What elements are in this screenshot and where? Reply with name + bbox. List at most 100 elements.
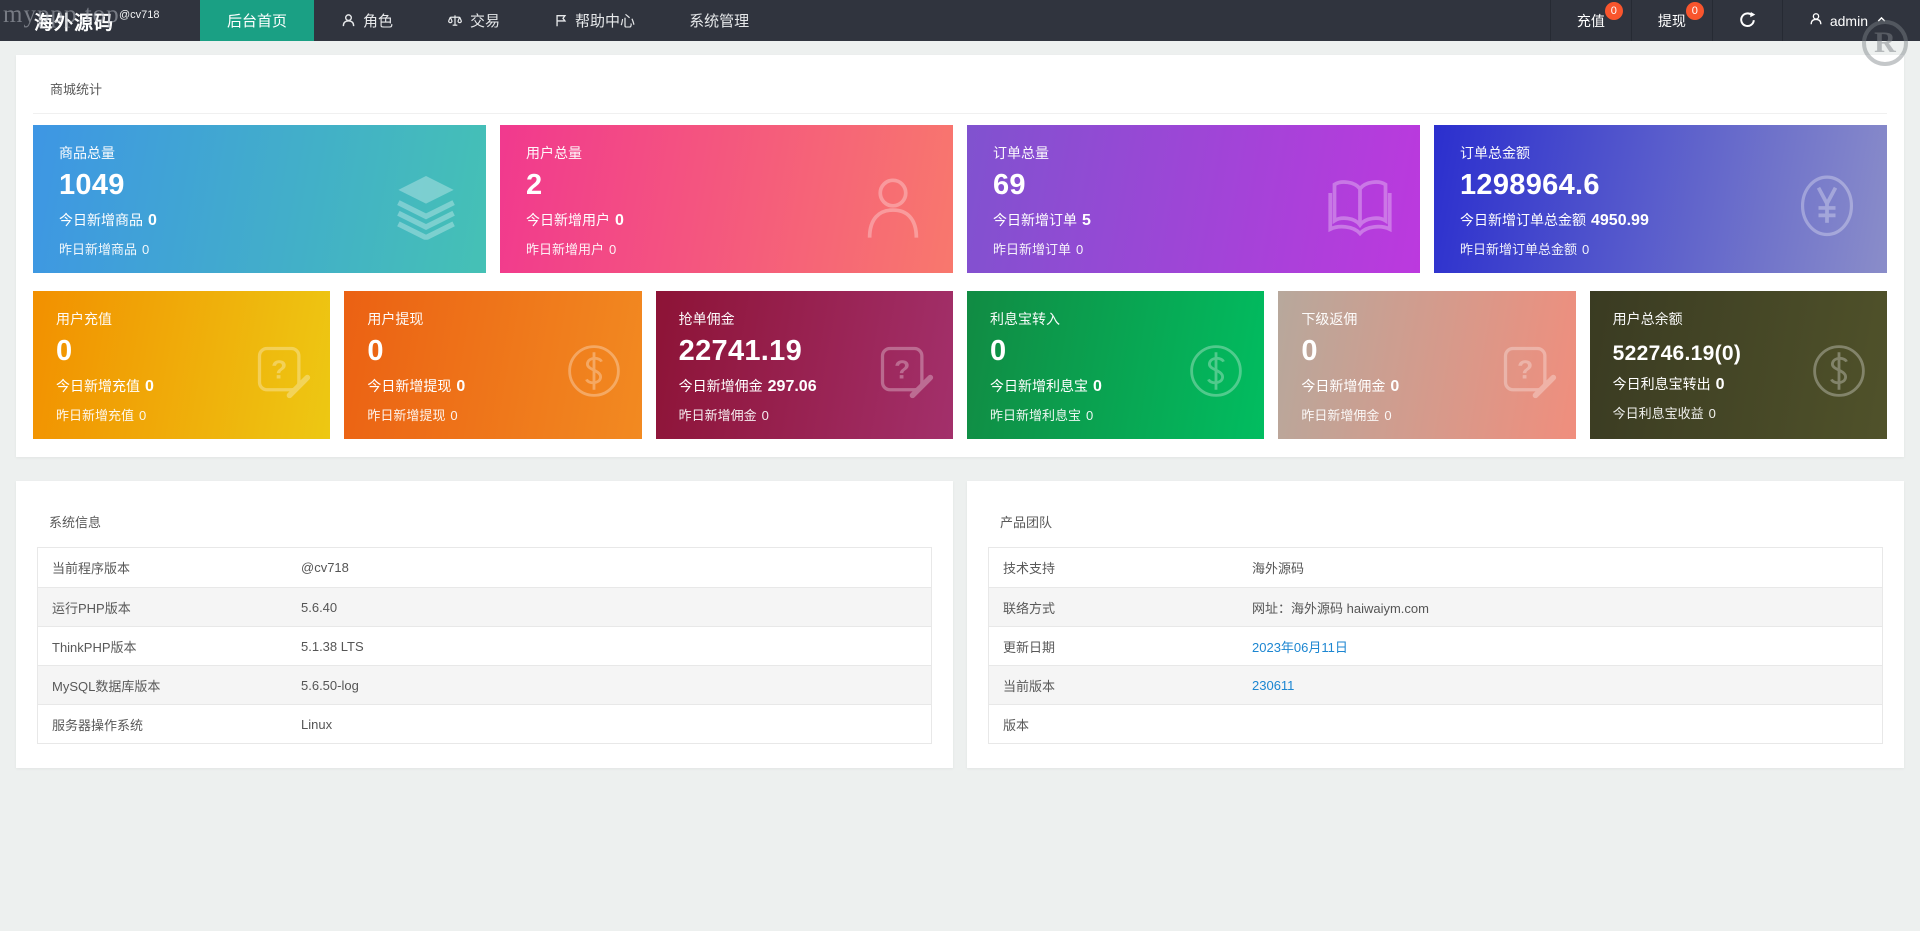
- row-label: 技术支持: [1003, 561, 1056, 576]
- stat-title: 用户总余额: [1612, 311, 1683, 327]
- nav-item-system-settings[interactable]: 系统管理: [662, 0, 776, 41]
- svg-text:?: ?: [1517, 355, 1533, 385]
- row-label: 更新日期: [1003, 639, 1056, 655]
- row-value: @cv718: [301, 560, 349, 575]
- stat-title: 订单总金额: [1460, 145, 1530, 161]
- stat-yesterday-value: 0: [761, 408, 769, 423]
- table-row: 版本: [989, 704, 1882, 743]
- stat-yesterday-label: 昨日新增佣金: [678, 408, 757, 423]
- table-row: 技术支持 海外源码: [989, 548, 1882, 587]
- table-row: 运行PHP版本 5.6.40: [38, 587, 931, 626]
- row-value: 网址：海外源码 haiwaiym.com: [1252, 600, 1429, 616]
- stat-today-label: 今日新增订单: [993, 212, 1077, 228]
- chevron-up-icon: [1875, 13, 1888, 29]
- brand-logo[interactable]: 海外源码 @cv718: [0, 0, 200, 41]
- system-info-table: 当前程序版本 @cv718 运行PHP版本 5.6.40 ThinkPHP版本 …: [37, 547, 932, 744]
- order-edit-icon: ?: [252, 341, 312, 401]
- nav-item-label: 角色: [363, 13, 394, 30]
- stat-today-value: 0: [148, 212, 157, 229]
- system-info-title: 系统信息: [49, 515, 102, 530]
- user-menu[interactable]: admin: [1781, 0, 1920, 41]
- stat-today-value: 4950.99: [1591, 212, 1649, 229]
- stat-yesterday-label: 昨日新增用户: [526, 242, 605, 257]
- nav-item-roles[interactable]: 角色: [314, 0, 420, 41]
- stat-today-value: 0: [145, 378, 154, 395]
- navbar-right: 充值 0 提现 0 admin: [1549, 0, 1920, 41]
- stat-yesterday-label: 昨日新增订单总金额: [1460, 242, 1578, 257]
- stat-yesterday-label: 昨日新增订单: [993, 242, 1072, 257]
- page: myppp.top R 海外源码 @cv718 后台首页 角色 交易 帮助中心 …: [0, 0, 1920, 931]
- row-value: 海外源码: [1252, 561, 1305, 576]
- stat-yesterday-label: 昨日新增提现: [367, 408, 446, 423]
- bottom-panels: 系统信息 当前程序版本 @cv718 运行PHP版本 5.6.40 ThinkP…: [16, 481, 1904, 768]
- stat-yesterday-value: 0: [1708, 406, 1716, 421]
- stat-card-users: 用户总量 2 今日新增用户 0 昨日新增用户 0: [500, 125, 953, 273]
- stat-today-label: 今日新增利息宝: [990, 378, 1088, 394]
- refresh-button[interactable]: [1711, 0, 1782, 41]
- stat-today-label: 今日新增用户: [526, 212, 610, 228]
- stat-card-orders: 订单总量 69 今日新增订单 5 昨日新增订单 0: [967, 125, 1420, 273]
- table-row: 服务器操作系统 Linux: [38, 704, 931, 743]
- row-label: 联络方式: [1003, 600, 1056, 616]
- stat-title: 用户提现: [367, 311, 424, 327]
- svg-text:?: ?: [894, 355, 910, 385]
- recharge-label: 充值: [1576, 12, 1605, 29]
- table-row: ThinkPHP版本 5.1.38 LTS: [38, 626, 931, 665]
- row-label: 当前程序版本: [52, 561, 131, 576]
- yen-icon: [1793, 172, 1861, 240]
- nav-item-help-center[interactable]: 帮助中心: [527, 0, 662, 41]
- stat-today-label: 今日新增充值: [56, 378, 140, 394]
- withdraw-badge: 0: [1685, 2, 1704, 20]
- stats-row-1: 商品总量 1049 今日新增商品 0 昨日新增商品 0 用户总量 2 今日新增用户 0: [33, 125, 1887, 273]
- product-team-panel: 产品团队 技术支持 海外源码 联络方式 网址：海外源码 haiwaiym.com…: [967, 481, 1904, 768]
- nav-item-label: 后台首页: [227, 13, 288, 30]
- stat-yesterday-value: 0: [1384, 408, 1392, 423]
- refresh-icon: [1739, 11, 1756, 31]
- update-date-link[interactable]: 2023年06月11日: [1252, 637, 1348, 656]
- table-row: MySQL数据库版本 5.6.50-log: [38, 665, 931, 704]
- stat-today-label: 今日新增商品: [59, 212, 143, 228]
- stat-today-label: 今日新增佣金: [1301, 378, 1386, 394]
- stat-today-value: 0: [1715, 376, 1725, 393]
- stat-today-value: 297.06: [767, 378, 817, 395]
- stat-card-commission: 抢单佣金 22741.19 今日新增佣金 297.06 昨日新增佣金 0 ?: [655, 291, 953, 439]
- stat-yesterday-label: 昨日新增利息宝: [990, 408, 1082, 423]
- layers-icon: [392, 172, 460, 240]
- stat-yesterday-value: 0: [142, 242, 150, 257]
- stat-yesterday-value: 0: [609, 242, 617, 257]
- table-row: 更新日期 2023年06月11日: [989, 626, 1882, 665]
- current-version-link[interactable]: 230611: [1252, 678, 1294, 693]
- withdraw-label: 提现: [1657, 12, 1686, 29]
- brand-name: 海外源码: [34, 13, 115, 34]
- withdraw-button[interactable]: 提现 0: [1630, 0, 1712, 41]
- stat-yesterday-label: 昨日新增商品: [59, 242, 138, 257]
- nav-item-dashboard[interactable]: 后台首页: [200, 0, 315, 41]
- flag-icon: [554, 13, 568, 28]
- stat-title: 利息宝转入: [990, 311, 1060, 327]
- book-icon: [1326, 172, 1394, 240]
- product-team-title: 产品团队: [1000, 515, 1053, 530]
- stat-card-withdraw: 用户提现 0 今日新增提现 0 昨日新增提现 0: [344, 291, 642, 439]
- stat-yesterday-label: 昨日新增充值: [56, 408, 135, 423]
- stat-title: 用户总量: [526, 145, 582, 161]
- nav-item-trade[interactable]: 交易: [420, 0, 527, 41]
- user-icon: [341, 13, 356, 28]
- stat-yesterday-label: 昨日新增佣金: [1301, 408, 1380, 423]
- recharge-button[interactable]: 充值 0: [1549, 0, 1631, 41]
- stat-today-value: 0: [1093, 378, 1102, 395]
- stat-card-balance: 用户总余额 522746.19(0) 今日利息宝转出 0 今日利息宝收益 0: [1589, 291, 1887, 439]
- stats-section-title: 商城统计: [33, 55, 1887, 114]
- stats-panel: 商城统计 商品总量 1049 今日新增商品 0 昨日新增商品 0 用户总量 2 …: [16, 55, 1904, 457]
- stat-today-value: 0: [456, 378, 466, 395]
- row-value: 5.6.50-log: [301, 677, 359, 693]
- table-row: 联络方式 网址：海外源码 haiwaiym.com: [989, 587, 1882, 626]
- nav-item-label: 帮助中心: [575, 13, 636, 30]
- dollar-icon: [1809, 341, 1869, 401]
- stat-title: 抢单佣金: [678, 311, 735, 327]
- stat-today-label: 今日新增提现: [367, 378, 452, 394]
- row-value: Linux: [301, 716, 333, 732]
- row-label: 运行PHP版本: [52, 600, 131, 616]
- stat-yesterday-value: 0: [1582, 242, 1590, 257]
- row-label: MySQL数据库版本: [52, 678, 161, 694]
- stat-yesterday-label: 今日利息宝收益: [1612, 406, 1704, 421]
